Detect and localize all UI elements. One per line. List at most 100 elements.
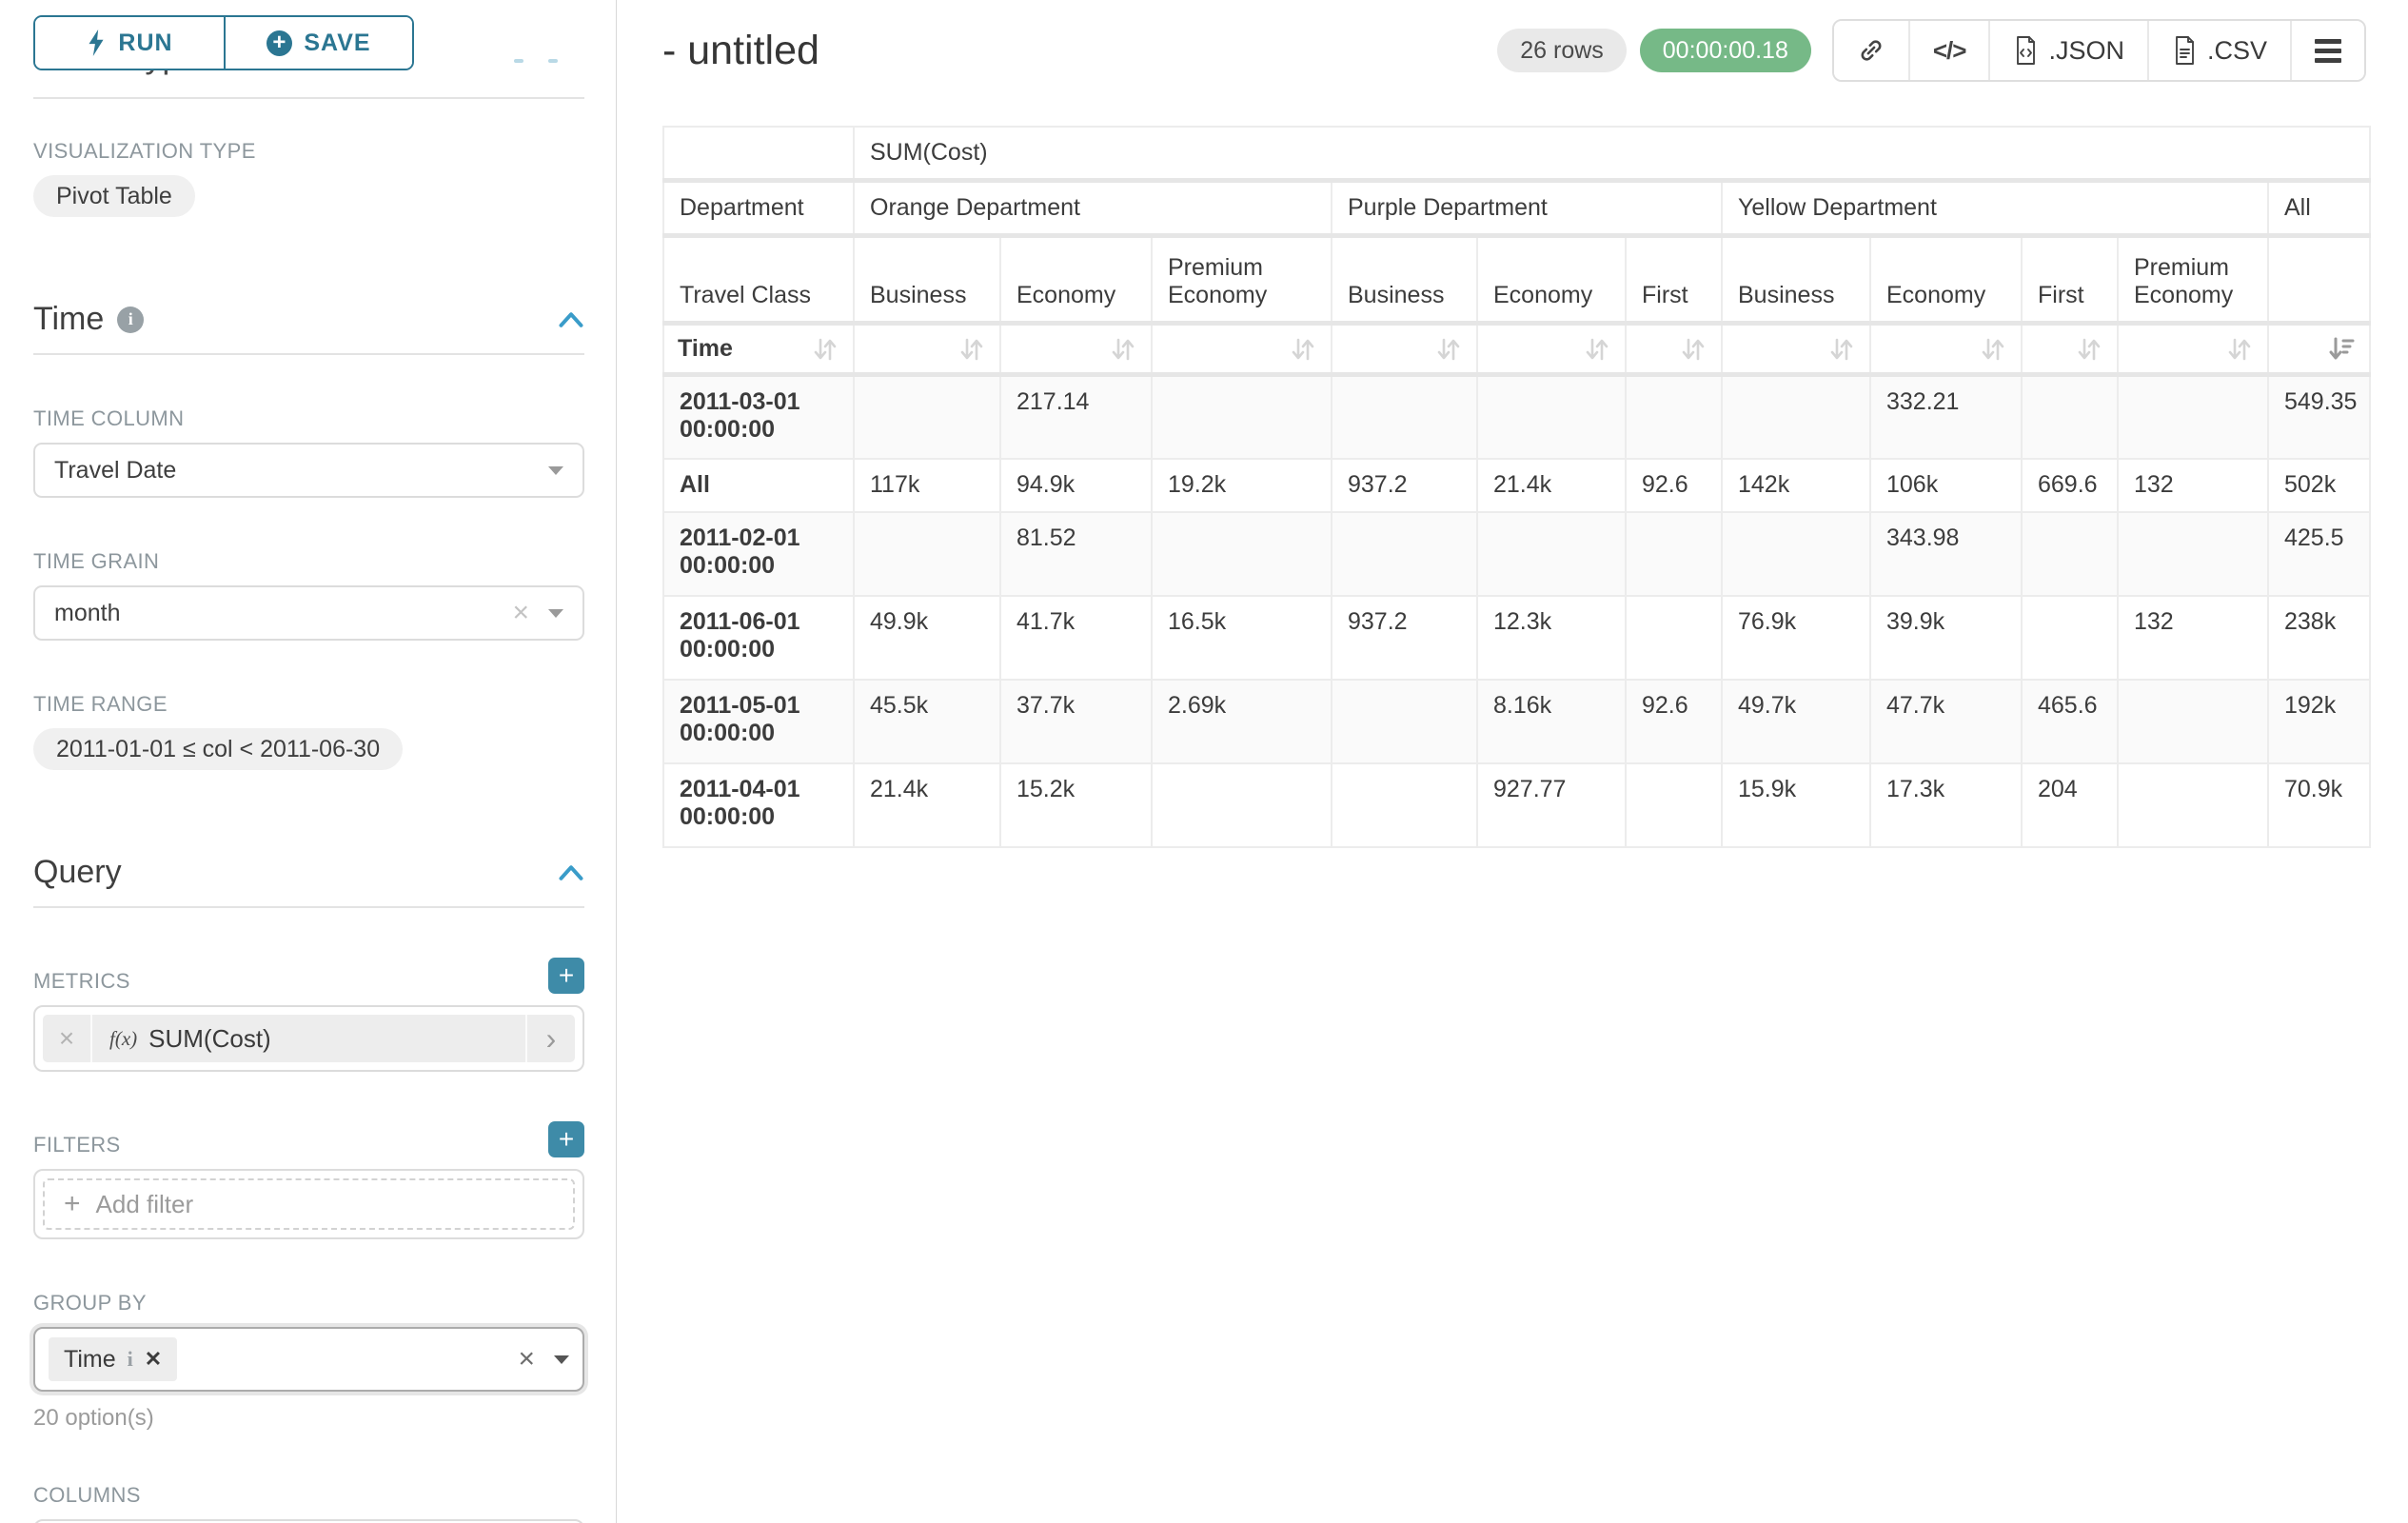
columns-select[interactable]: Department ✕ Travel Class ✕ × bbox=[33, 1519, 584, 1523]
time-column-select[interactable]: Travel Date bbox=[33, 443, 584, 498]
pivot-cell bbox=[2022, 596, 2118, 680]
chevron-up-icon[interactable] bbox=[558, 862, 584, 883]
pivot-row: 2011-05-01 00:00:0045.5k37.7k2.69k8.16k9… bbox=[663, 680, 2370, 763]
pivot-row-label: 2011-03-01 00:00:00 bbox=[663, 375, 854, 459]
sort-icon[interactable] bbox=[957, 335, 986, 364]
travel-class-header: First bbox=[1626, 236, 1722, 324]
pivot-cell: 132 bbox=[2118, 459, 2268, 512]
time-section: Time i TIME COLUMN Travel Date TIME GRAI… bbox=[33, 301, 584, 770]
sort-icon[interactable] bbox=[2225, 335, 2254, 364]
sort-header-cell bbox=[1477, 324, 1626, 375]
department-axis-label: Department bbox=[663, 181, 854, 236]
sort-icon[interactable] bbox=[1434, 335, 1463, 364]
travel-class-header: First bbox=[2022, 236, 2118, 324]
sort-icon[interactable] bbox=[1289, 335, 1317, 364]
pivot-row-label: All bbox=[663, 459, 854, 512]
pivot-row-label: 2011-04-01 00:00:00 bbox=[663, 763, 854, 847]
remove-metric-icon[interactable]: × bbox=[43, 1015, 92, 1062]
pivot-cell: 47.7k bbox=[1870, 680, 2022, 763]
pivot-cell bbox=[1626, 375, 1722, 459]
csv-button-label: .CSV bbox=[2207, 36, 2267, 66]
pivot-cell: 204 bbox=[2022, 763, 2118, 847]
add-metric-button[interactable]: + bbox=[548, 958, 584, 994]
query-section-heading: Query bbox=[33, 854, 122, 891]
time-grain-select[interactable]: month × bbox=[33, 585, 584, 641]
share-link-button[interactable] bbox=[1834, 21, 1910, 80]
pivot-cell bbox=[1332, 375, 1477, 459]
pivot-row-label: 2011-05-01 00:00:00 bbox=[663, 680, 854, 763]
sort-header-cell bbox=[854, 324, 1000, 375]
menu-button[interactable] bbox=[2292, 21, 2364, 80]
time-range-pill[interactable]: 2011-01-01 ≤ col < 2011-06-30 bbox=[33, 728, 403, 770]
clear-icon[interactable]: × bbox=[518, 1345, 535, 1374]
pivot-cell bbox=[1152, 512, 1332, 596]
sort-header-cell bbox=[1870, 324, 2022, 375]
metric-chip[interactable]: × f(x) SUM(Cost) › bbox=[43, 1015, 575, 1062]
columns-label: COLUMNS bbox=[33, 1483, 584, 1508]
pivot-cell bbox=[1722, 512, 1870, 596]
json-button-label: .JSON bbox=[2048, 36, 2124, 66]
pivot-row: 2011-02-01 00:00:0081.52343.98425.5 bbox=[663, 512, 2370, 596]
sort-icon[interactable] bbox=[1827, 335, 1856, 364]
group-by-options-note: 20 option(s) bbox=[33, 1405, 584, 1432]
pivot-cell: 39.9k bbox=[1870, 596, 2022, 680]
pivot-cell: 937.2 bbox=[1332, 459, 1477, 512]
caret-down-icon[interactable] bbox=[548, 466, 563, 475]
sort-icon[interactable] bbox=[2075, 335, 2103, 364]
pivot-cell: 21.4k bbox=[1477, 459, 1626, 512]
sort-desc-icon[interactable] bbox=[2327, 335, 2356, 364]
pivot-cell bbox=[1626, 763, 1722, 847]
add-filter-plus-button[interactable]: + bbox=[548, 1121, 584, 1157]
pivot-cell bbox=[1152, 375, 1332, 459]
travel-class-header bbox=[2268, 236, 2370, 324]
time-column-label: TIME COLUMN bbox=[33, 406, 584, 431]
caret-down-icon[interactable] bbox=[548, 609, 563, 618]
save-button[interactable]: + SAVE bbox=[224, 17, 412, 69]
control-panel: Chart Type RUN + SAVE VISUALIZATION TYPE… bbox=[0, 0, 617, 1523]
caret-down-icon[interactable] bbox=[554, 1355, 569, 1364]
embed-code-button[interactable]: </> bbox=[1910, 21, 1991, 80]
add-filter-label: Add filter bbox=[96, 1190, 194, 1219]
pivot-cell: 669.6 bbox=[2022, 459, 2118, 512]
time-row-label: Time bbox=[678, 335, 733, 363]
add-filter-button[interactable]: + Add filter bbox=[43, 1178, 575, 1230]
pivot-cell: 16.5k bbox=[1152, 596, 1332, 680]
run-save-button-group: RUN + SAVE bbox=[33, 15, 414, 70]
export-json-button[interactable]: .JSON bbox=[1990, 21, 2149, 80]
pivot-cell: 217.14 bbox=[1000, 375, 1152, 459]
clear-icon[interactable]: × bbox=[512, 599, 529, 627]
viz-type-pill[interactable]: Pivot Table bbox=[33, 175, 195, 217]
pivot-corner-cell bbox=[663, 127, 854, 181]
export-csv-button[interactable]: .CSV bbox=[2149, 21, 2292, 80]
group-by-select[interactable]: Time i ✕ × bbox=[33, 1327, 584, 1392]
time-range-label: TIME RANGE bbox=[33, 692, 584, 717]
info-icon: i bbox=[128, 1347, 133, 1372]
pivot-cell bbox=[2022, 375, 2118, 459]
sort-icon[interactable] bbox=[1583, 335, 1611, 364]
sort-icon[interactable] bbox=[1679, 335, 1707, 364]
sort-icon[interactable] bbox=[1109, 335, 1137, 364]
column-group-header: Yellow Department bbox=[1722, 181, 2268, 236]
filters-label: FILTERS bbox=[33, 1133, 121, 1157]
sort-icon[interactable] bbox=[1979, 335, 2007, 364]
csv-file-icon bbox=[2172, 35, 2198, 66]
sort-icon[interactable] bbox=[811, 335, 839, 364]
run-button[interactable]: RUN bbox=[35, 17, 224, 69]
pivot-cell: 8.16k bbox=[1477, 680, 1626, 763]
pivot-cell: 49.7k bbox=[1722, 680, 1870, 763]
chevron-right-icon[interactable]: › bbox=[525, 1015, 575, 1062]
sort-header-cell bbox=[1000, 324, 1152, 375]
pivot-cell: 92.6 bbox=[1626, 680, 1722, 763]
time-grain-value: month bbox=[54, 600, 512, 627]
pivot-cell bbox=[854, 512, 1000, 596]
sort-header-cell bbox=[1722, 324, 1870, 375]
pivot-cell: 92.6 bbox=[1626, 459, 1722, 512]
remove-chip-icon[interactable]: ✕ bbox=[145, 1347, 162, 1372]
pivot-cell bbox=[1477, 512, 1626, 596]
group-by-chip-time[interactable]: Time i ✕ bbox=[49, 1337, 177, 1381]
chevron-up-icon[interactable] bbox=[558, 309, 584, 330]
sort-header-cell bbox=[2118, 324, 2268, 375]
pivot-cell bbox=[1332, 512, 1477, 596]
pivot-cell bbox=[2118, 512, 2268, 596]
pivot-cell: 937.2 bbox=[1332, 596, 1477, 680]
